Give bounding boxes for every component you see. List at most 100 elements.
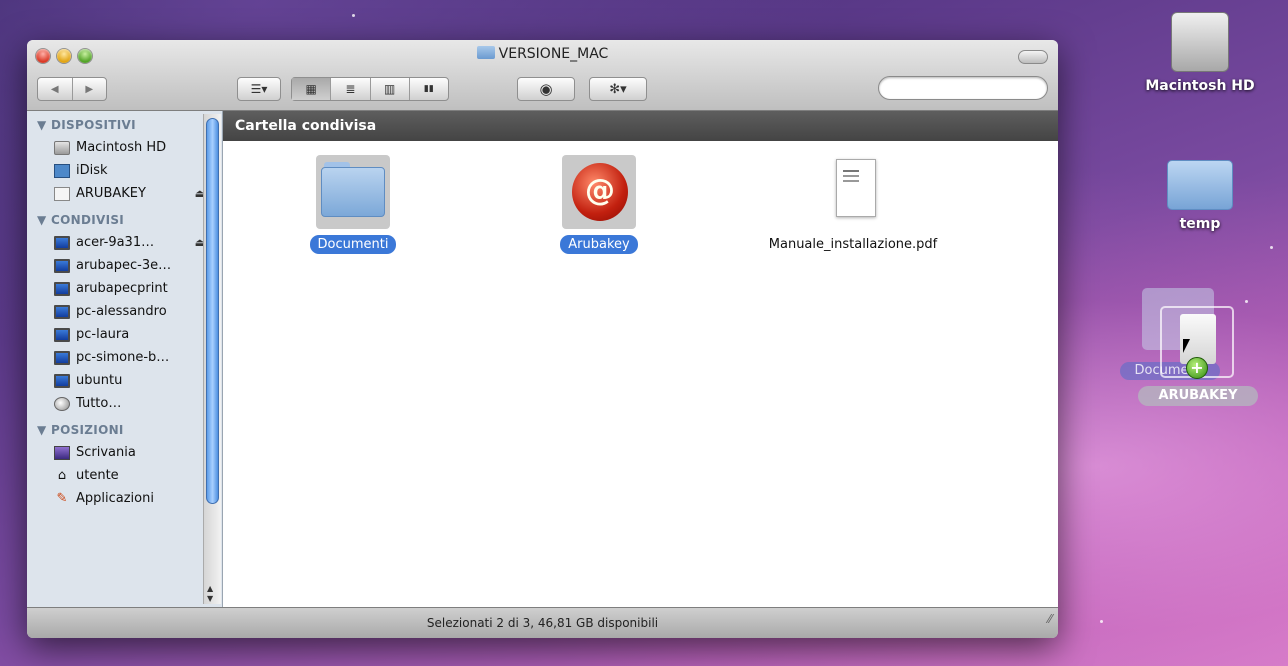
pdf-document-icon[interactable] [816,155,890,229]
gear-icon: ✻▾ [609,81,627,97]
coverflow-view-icon: ▮▮ [423,84,434,94]
sidebar-section-header[interactable]: ▼ DISPOSITIVI [27,111,222,136]
desktop-item-label[interactable]: temp [1130,216,1270,232]
forward-button[interactable]: ▶ [73,78,107,100]
sidebar-item-label: arubapec-3e… [76,258,172,273]
back-button[interactable]: ◀ [38,78,73,100]
sidebar-item-label: ubuntu [76,373,123,388]
folder-icon[interactable] [1167,160,1233,210]
column-view-icon: ▥ [383,82,396,96]
sidebar-item-label: iDisk [76,163,108,178]
sidebar-item-label: Macintosh HD [76,140,167,155]
sidebar-item-label: pc-laura [76,327,130,342]
network-computer-icon [54,327,70,342]
network-computer-icon [54,373,70,388]
sidebar-item-utente[interactable]: ⌂ utente [27,464,222,487]
desktop-item-temp[interactable]: temp [1130,160,1270,232]
idisk-icon [54,163,70,178]
sidebar-item-label: utente [76,468,119,483]
column-view-button[interactable]: ▥ [371,78,410,100]
sidebar-item-label: pc-simone-b… [76,350,170,365]
sidebar-item-arubapecprint[interactable]: arubapecprint [27,277,222,300]
desktop-icon [54,445,70,460]
sidebar-item-label: Scrivania [76,445,136,460]
list-view-icon: ≣ [345,82,356,96]
sidebar-item-ubuntu[interactable]: ubuntu [27,369,222,392]
window-titlebar[interactable]: VERSIONE_MAC ◀ ▶ ☰▾ ▦ ≣ ▥ ▮▮ ◉ ✻▾ ⚲ [27,40,1058,111]
sidebar-item-arubapec-3e[interactable]: arubapec-3e… [27,254,222,277]
file-item-manuale[interactable]: Manuale_installazione.pdf [753,155,953,254]
folder-header: Cartella condivisa [223,111,1058,141]
action-menu-button[interactable]: ✻▾ [589,77,647,101]
home-icon: ⌂ [57,467,67,483]
sidebar-section-header[interactable]: ▼ POSIZIONI [27,415,222,441]
sidebar-item-label: Applicazioni [76,491,154,506]
sidebar-item-applicazioni[interactable]: ✎ Applicazioni [27,487,222,510]
file-area[interactable]: Documenti @ Arubakey Manuale_installazio… [223,141,1058,607]
sidebar-item-tutto[interactable]: Tutto… [27,392,222,415]
quicklook-button[interactable]: ◉ [517,77,575,101]
hard-drive-icon [54,140,70,155]
file-label[interactable]: Documenti [309,235,397,254]
file-item-documenti[interactable]: Documenti [263,155,443,254]
arrange-icon: ☰▾ [250,82,268,96]
scroll-down-arrow-icon[interactable]: ▼ [207,594,213,603]
status-bar: Selezionati 2 di 3, 46,81 GB disponibili… [27,607,1058,638]
sidebar: ▼ DISPOSITIVI Macintosh HD iDisk ARUBAKEY ⏏ ▼… [27,111,223,607]
desktop-sparkle [352,14,355,17]
search-input[interactable] [878,76,1048,100]
file-item-arubakey[interactable]: @ Arubakey [509,155,689,254]
sidebar-item-macintosh-hd[interactable]: Macintosh HD [27,136,222,159]
forward-icon: ▶ [85,83,94,95]
scroll-up-arrow-icon[interactable]: ▲ [207,584,213,593]
folder-icon [476,46,495,59]
desktop-item-macintosh-hd[interactable]: Macintosh HD [1130,12,1270,94]
sidebar-scrollbar[interactable]: ▲ ▼ [203,114,221,604]
sidebar-scroll-thumb[interactable] [206,118,219,504]
usb-drive-icon [54,186,70,201]
applications-icon: ✎ [56,490,68,506]
window-title: VERSIONE_MAC [27,46,1058,62]
desktop-sparkle [1245,300,1248,303]
arrange-button[interactable]: ☰▾ [237,77,281,101]
sidebar-item-label: ARUBAKEY [76,186,146,201]
sidebar-item-pc-laura[interactable]: pc-laura [27,323,222,346]
desktop-sparkle [1100,620,1103,623]
network-computer-icon [54,304,70,319]
sidebar-item-idisk[interactable]: iDisk [27,159,222,182]
arubakey-seal-icon[interactable]: @ [562,155,636,229]
list-view-button[interactable]: ≣ [331,78,371,100]
sidebar-item-acer-9a31[interactable]: acer-9a31… ⏏ [27,231,222,254]
globe-icon [54,396,70,411]
file-label[interactable]: Arubakey [560,235,638,254]
sidebar-section-header[interactable]: ▼ CONDIVISI [27,205,222,231]
sidebar-item-label: acer-9a31… [76,235,155,250]
toolbar-toggle-button[interactable] [1018,50,1048,64]
desktop-sparkle [1270,246,1273,249]
sidebar-item-label: arubapecprint [76,281,168,296]
sidebar-item-pc-alessandro[interactable]: pc-alessandro [27,300,222,323]
folder-icon[interactable] [316,155,390,229]
icon-view-button[interactable]: ▦ [292,78,332,100]
desktop-item-label[interactable]: Macintosh HD [1130,78,1270,94]
back-icon: ◀ [50,83,59,95]
file-label[interactable]: Manuale_installazione.pdf [761,235,945,254]
eye-icon: ◉ [539,80,553,98]
sidebar-item-scrivania[interactable]: Scrivania [27,441,222,464]
nav-button-group: ◀ ▶ [37,77,107,101]
hard-drive-icon[interactable] [1171,12,1229,72]
network-computer-icon [54,281,70,296]
resize-grip-icon[interactable]: ⁄⁄ [1048,604,1052,634]
network-computer-icon [54,235,70,250]
view-mode-group: ▦ ≣ ▥ ▮▮ [291,77,449,101]
sidebar-item-arubakey[interactable]: ARUBAKEY ⏏ [27,182,222,205]
sidebar-item-pc-simone-b[interactable]: pc-simone-b… [27,346,222,369]
sidebar-item-label: Tutto… [76,396,122,411]
network-computer-icon [54,350,70,365]
coverflow-view-button[interactable]: ▮▮ [410,78,448,100]
finder-window: VERSIONE_MAC ◀ ▶ ☰▾ ▦ ≣ ▥ ▮▮ ◉ ✻▾ ⚲ ▼ [27,40,1058,638]
status-text: Selezionati 2 di 3, 46,81 GB disponibili [426,616,659,630]
mouse-cursor-icon [1183,339,1190,353]
icon-view-icon: ▦ [305,82,317,96]
desktop-item-arubakey-label[interactable]: ARUBAKEY [1138,386,1258,406]
